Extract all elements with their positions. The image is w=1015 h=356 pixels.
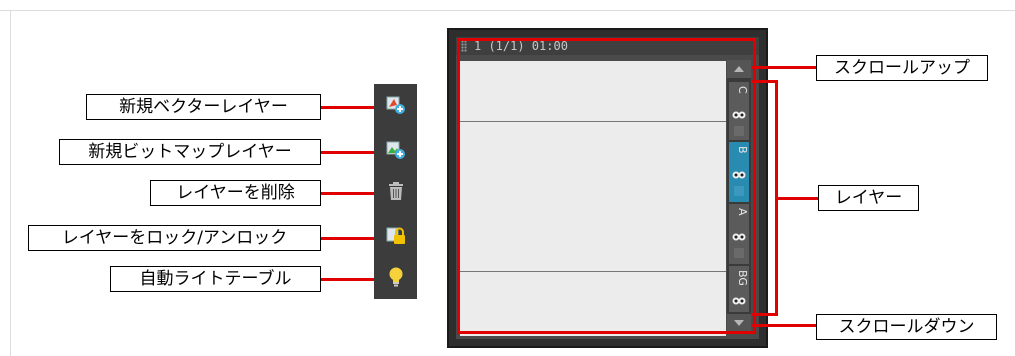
triangle-down-icon: [734, 320, 744, 326]
leader-line: [752, 66, 816, 69]
lock-icon[interactable]: [734, 248, 744, 258]
layer-name: A: [736, 208, 749, 216]
leader-line: [752, 324, 816, 327]
layer-name: BG: [736, 270, 749, 286]
visibility-icon[interactable]: [732, 296, 746, 306]
new-vector-layer-icon: [386, 96, 405, 114]
layer-tab-b[interactable]: B: [729, 142, 749, 202]
frame-border-left: [10, 10, 11, 356]
timeline-inner: 1 (1/1) 01:00: [456, 37, 759, 339]
callout-scroll-up: スクロールアップ: [816, 55, 988, 81]
lock-icon[interactable]: [734, 126, 744, 136]
new-vector-layer-button[interactable]: [385, 94, 407, 116]
leader-line: [321, 192, 377, 195]
layers-bracket: [752, 80, 778, 316]
leader-line: [321, 237, 377, 240]
callout-new-bitmap-layer: 新規ビットマップレイヤー: [59, 139, 321, 165]
layer-strip: C B A BG: [727, 60, 751, 332]
timeline-panel: 1 (1/1) 01:00: [447, 28, 768, 348]
auto-light-table-button[interactable]: [385, 266, 407, 288]
callout-scroll-down: スクロールダウン: [816, 314, 997, 340]
trash-icon: [389, 182, 403, 200]
layer-tab-a[interactable]: A: [729, 204, 749, 264]
layer-name: C: [736, 86, 749, 94]
frame-indicator: 1 (1/1) 01:00: [474, 39, 568, 53]
leader-line: [778, 197, 818, 200]
cell-divider: [460, 271, 726, 272]
visibility-icon[interactable]: [732, 170, 746, 180]
frame-border-top: [0, 10, 1015, 11]
drag-grip-icon[interactable]: [461, 40, 467, 52]
new-bitmap-layer-icon: [386, 141, 405, 159]
delete-layer-button[interactable]: [385, 180, 407, 202]
lock-unlock-icon: [386, 227, 405, 244]
visibility-icon[interactable]: [732, 110, 746, 120]
layer-toolbar: [374, 84, 417, 299]
new-bitmap-layer-button[interactable]: [385, 139, 407, 161]
lock-unlock-layer-button[interactable]: [385, 225, 407, 247]
layer-tab-c[interactable]: C: [729, 82, 749, 140]
lock-icon[interactable]: [734, 186, 744, 196]
lightbulb-icon: [389, 267, 403, 287]
cell-divider: [460, 121, 726, 122]
callout-lock-unlock-layer: レイヤーをロック/アンロック: [28, 225, 321, 251]
callout-auto-light-table: 自動ライトテーブル: [110, 266, 321, 292]
visibility-icon[interactable]: [732, 232, 746, 242]
callout-delete-layer: レイヤーを削除: [150, 180, 321, 206]
scroll-up-button[interactable]: [727, 60, 751, 78]
layer-name: B: [736, 146, 749, 154]
leader-line: [321, 151, 377, 154]
triangle-up-icon: [734, 66, 744, 72]
timeline-header: 1 (1/1) 01:00: [456, 37, 759, 55]
scroll-down-button[interactable]: [727, 314, 751, 332]
callout-layers: レイヤー: [818, 185, 919, 211]
callout-new-vector-layer: 新規ベクターレイヤー: [86, 94, 321, 120]
leader-line: [321, 278, 377, 281]
layer-tab-bg[interactable]: BG: [729, 266, 749, 312]
leader-line: [321, 106, 377, 109]
timeline-cells[interactable]: [460, 61, 726, 336]
